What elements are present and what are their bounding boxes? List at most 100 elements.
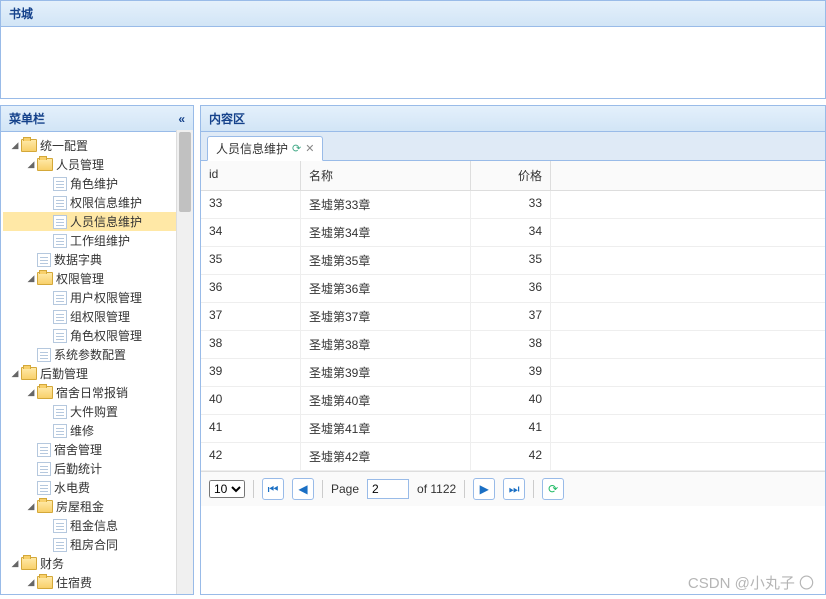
tree-item[interactable]: 大件购置 xyxy=(3,402,191,421)
tree-item[interactable]: 组权限管理 xyxy=(3,307,191,326)
file-icon xyxy=(53,310,67,324)
table-row[interactable]: 37圣墟第37章37 xyxy=(201,303,825,331)
cell-price: 37 xyxy=(471,303,551,330)
file-icon xyxy=(53,177,67,191)
cell-id: 39 xyxy=(201,359,301,386)
app-title-bar: 书城 xyxy=(0,0,826,27)
cell-name: 圣墟第38章 xyxy=(301,331,471,358)
tree-item[interactable]: 人员信息维护 xyxy=(3,212,191,231)
tree-item[interactable]: 用户权限管理 xyxy=(3,288,191,307)
tree-folder[interactable]: ◢住宿费 xyxy=(3,573,191,592)
tree-item-label: 大件购置 xyxy=(70,403,118,420)
file-icon xyxy=(37,481,51,495)
tree-item[interactable]: 角色权限管理 xyxy=(3,326,191,345)
tree-item-label: 水电费 xyxy=(54,479,90,496)
tree-item-label: 租房合同 xyxy=(70,536,118,553)
cell-id: 36 xyxy=(201,275,301,302)
cell-id: 41 xyxy=(201,415,301,442)
first-page-button[interactable]: ⏮ xyxy=(262,478,284,500)
tree-item[interactable]: 水电费 xyxy=(3,478,191,497)
folder-icon xyxy=(37,272,53,285)
expand-arrow-icon[interactable]: ◢ xyxy=(9,140,21,151)
file-icon xyxy=(53,196,67,210)
table-row[interactable]: 41圣墟第41章41 xyxy=(201,415,825,443)
tree-item-label: 财务 xyxy=(40,555,64,572)
sidebar-title: 菜单栏 xyxy=(9,110,45,127)
tree-folder[interactable]: ◢ 宿舍日常报销 xyxy=(3,383,191,402)
tree-item[interactable]: 工作组维护 xyxy=(3,231,191,250)
table-row[interactable]: 36圣墟第36章36 xyxy=(201,275,825,303)
folder-icon xyxy=(37,576,53,589)
pager-separator xyxy=(253,480,254,498)
tree-item[interactable]: 租房合同 xyxy=(3,535,191,554)
file-icon xyxy=(53,405,67,419)
expand-arrow-icon[interactable]: ◢ xyxy=(25,159,37,170)
cell-price: 33 xyxy=(471,191,551,218)
reload-button[interactable]: ⟳ xyxy=(542,478,564,500)
tree-item[interactable]: 角色维护 xyxy=(3,174,191,193)
cell-price: 40 xyxy=(471,387,551,414)
expand-arrow-icon[interactable]: ◢ xyxy=(25,273,37,284)
table-row[interactable]: 34圣墟第34章34 xyxy=(201,219,825,247)
table-row[interactable]: 38圣墟第38章38 xyxy=(201,331,825,359)
tree-item[interactable]: 宿舍管理 xyxy=(3,440,191,459)
tree-item[interactable]: 租金信息 xyxy=(3,516,191,535)
table-row[interactable]: 33圣墟第33章33 xyxy=(201,191,825,219)
col-header-id[interactable]: id xyxy=(201,161,301,190)
tree-item-label: 宿舍日常报销 xyxy=(56,384,128,401)
cell-id: 38 xyxy=(201,331,301,358)
tree-item-label: 权限管理 xyxy=(56,270,104,287)
tab-label: 人员信息维护 xyxy=(216,140,288,157)
prev-page-button[interactable]: ◀ xyxy=(292,478,314,500)
scrollbar-thumb[interactable] xyxy=(179,132,191,212)
tree-item[interactable]: 数据字典 xyxy=(3,250,191,269)
tree-folder[interactable]: ◢人员管理 xyxy=(3,155,191,174)
sidebar-scrollbar[interactable] xyxy=(176,130,193,594)
last-page-button[interactable]: ⏭ xyxy=(503,478,525,500)
table-row[interactable]: 35圣墟第35章35 xyxy=(201,247,825,275)
table-row[interactable]: 40圣墟第40章40 xyxy=(201,387,825,415)
tree-item[interactable]: 权限信息维护 xyxy=(3,193,191,212)
close-icon[interactable]: ✕ xyxy=(305,142,314,155)
tree-item[interactable]: 后勤统计 xyxy=(3,459,191,478)
tree-item-label: 系统参数配置 xyxy=(54,346,126,363)
tree-item[interactable]: 系统参数配置 xyxy=(3,345,191,364)
cell-name: 圣墟第37章 xyxy=(301,303,471,330)
cell-price: 34 xyxy=(471,219,551,246)
table-row[interactable]: 42圣墟第42章42 xyxy=(201,443,825,471)
watermark: CSDN @小丸子 〇 xyxy=(688,572,814,593)
tree-folder[interactable]: ◢后勤管理 xyxy=(3,364,191,383)
expand-arrow-icon[interactable]: ◢ xyxy=(25,387,37,398)
file-icon xyxy=(53,538,67,552)
header-blank-area xyxy=(0,27,826,99)
nav-tree: ◢统一配置◢人员管理角色维护权限信息维护人员信息维护工作组维护数据字典 ◢ 权限管理… xyxy=(1,132,193,592)
tab-active[interactable]: 人员信息维护 ⟳ ✕ xyxy=(207,136,323,161)
content-title: 内容区 xyxy=(209,110,245,127)
col-header-price[interactable]: 价格 xyxy=(471,161,551,190)
tree-folder[interactable]: ◢ 房屋租金 xyxy=(3,497,191,516)
expand-arrow-icon[interactable]: ◢ xyxy=(9,558,21,569)
tree-item-label: 宿舍管理 xyxy=(54,441,102,458)
tree-folder[interactable]: ◢ 财务 xyxy=(3,554,191,573)
tree-item-label: 角色维护 xyxy=(70,175,118,192)
tree-folder[interactable]: ◢ 权限管理 xyxy=(3,269,191,288)
expand-arrow-icon[interactable]: ◢ xyxy=(9,368,21,379)
file-icon xyxy=(53,215,67,229)
collapse-sidebar-icon[interactable]: « xyxy=(178,112,185,126)
data-grid: id 名称 价格 33圣墟第33章3334圣墟第34章3435圣墟第35章353… xyxy=(201,161,825,594)
expand-arrow-icon[interactable]: ◢ xyxy=(25,577,37,588)
table-row[interactable]: 39圣墟第39章39 xyxy=(201,359,825,387)
col-header-name[interactable]: 名称 xyxy=(301,161,471,190)
expand-arrow-icon[interactable]: ◢ xyxy=(25,501,37,512)
cell-name: 圣墟第39章 xyxy=(301,359,471,386)
tree-item-label: 房屋租金 xyxy=(56,498,104,515)
cell-id: 42 xyxy=(201,443,301,470)
refresh-icon[interactable]: ⟳ xyxy=(292,142,301,155)
page-input[interactable] xyxy=(367,479,409,499)
tree-item[interactable]: 维修 xyxy=(3,421,191,440)
sidebar-header: 菜单栏 « xyxy=(1,106,193,132)
next-page-button[interactable]: ▶ xyxy=(473,478,495,500)
cell-price: 39 xyxy=(471,359,551,386)
page-size-select[interactable]: 10 xyxy=(209,480,245,498)
tree-folder[interactable]: ◢统一配置 xyxy=(3,136,191,155)
